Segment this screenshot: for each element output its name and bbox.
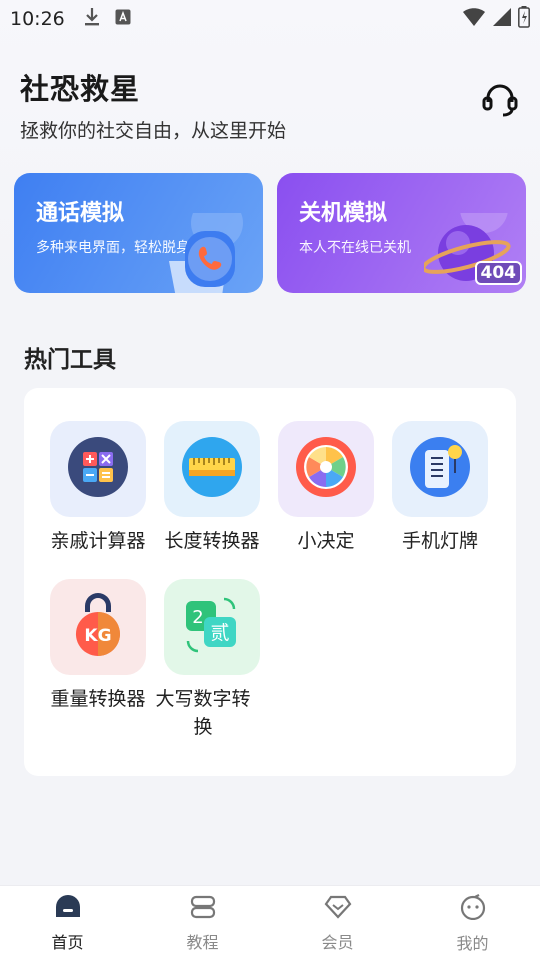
bottom-tab-bar: 首页 教程 会员 我的 [0,885,540,960]
tool-uppercase-number-converter[interactable]: 2 贰 大写数字转换 [155,579,267,741]
tab-home[interactable]: 首页 [0,886,135,960]
calculator-icon [67,436,129,502]
error-404-badge: 404 [474,261,522,285]
tool-label: 手机灯牌 [401,530,478,552]
status-bar: 10:26 [0,0,540,38]
tool-label: 重量转换器 [50,688,146,710]
header: 社恐救星 拯救你的社交自由，从这里开始 [20,66,520,143]
tools-card: 亲戚计算器 长度转换器 小决定 手机灯牌 KG 重量转换器 2 贰 大写数字转换 [24,388,516,776]
notification-app-icon [115,8,131,30]
download-icon [83,7,101,32]
tool-relative-calculator[interactable]: 亲戚计算器 [43,421,153,555]
tutorial-icon [189,895,217,923]
spinner-wheel-icon [295,436,357,502]
tab-tutorial[interactable]: 教程 [135,886,270,960]
tab-label: 会员 [321,933,354,952]
tool-length-converter[interactable]: 长度转换器 [157,421,267,555]
number-convert-icon: 2 贰 [180,593,244,661]
status-time: 10:26 [10,8,65,30]
customer-service-button[interactable] [480,80,520,120]
home-icon [54,895,82,923]
phone-call-icon [159,197,249,293]
tool-decision-wheel[interactable]: 小决定 [271,421,381,555]
arabic-digit: 2 [192,607,203,628]
tab-label: 教程 [186,933,219,952]
call-simulation-card[interactable]: 通话模拟 多种来电界面，轻松脱身 [14,173,263,293]
app-title: 社恐救星 [20,72,141,106]
shutdown-simulation-card[interactable]: 关机模拟 本人不在线已关机 404 [277,173,526,293]
tool-label: 长度转换器 [164,530,260,552]
tool-label: 大写数字转换 [155,688,251,738]
tab-label: 我的 [456,934,489,953]
ruler-icon [181,436,243,502]
phone-sign-icon [409,436,471,502]
tab-label: 首页 [51,933,84,952]
battery-icon [518,5,530,33]
diamond-icon [324,895,352,923]
tool-weight-converter[interactable]: KG 重量转换器 [43,579,153,713]
kettlebell-icon: KG [67,592,129,662]
chinese-numeral: 贰 [210,622,229,644]
tab-membership[interactable]: 会员 [270,886,405,960]
tool-label: 亲戚计算器 [50,530,146,552]
kg-label: KG [84,626,111,646]
section-title: 热门工具 [24,347,116,373]
tool-phone-sign[interactable]: 手机灯牌 [385,421,495,555]
app-subtitle: 拯救你的社交自由，从这里开始 [20,120,287,142]
signal-icon [492,7,512,32]
wifi-icon [462,7,486,32]
headset-icon [480,84,520,124]
tool-label: 小决定 [297,530,355,552]
profile-face-icon [459,894,487,924]
tab-profile[interactable]: 我的 [405,886,540,960]
